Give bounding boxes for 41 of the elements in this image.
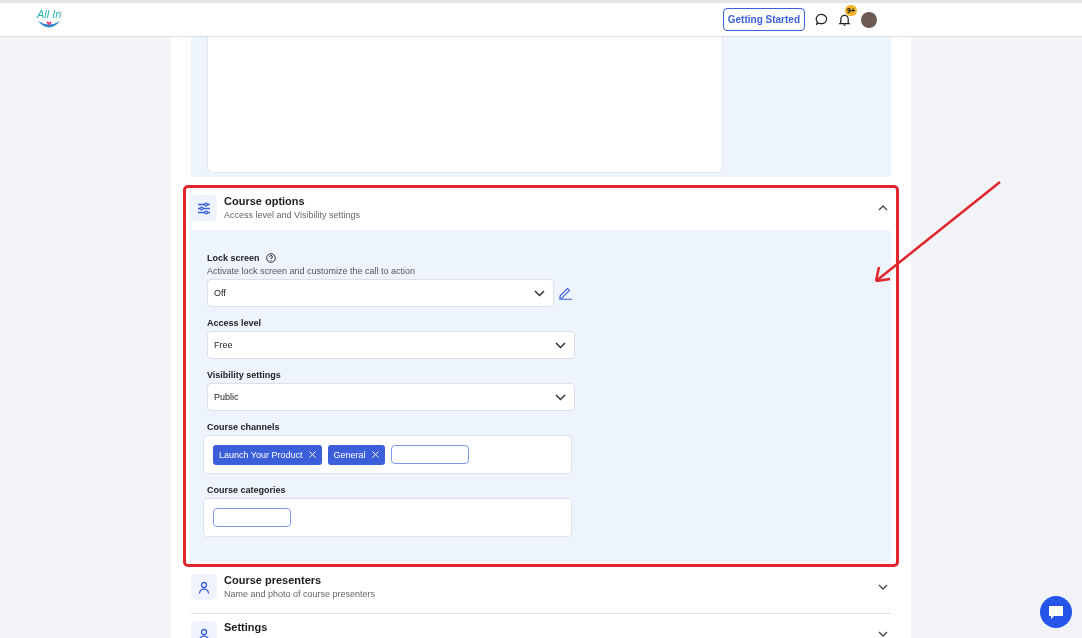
person-icon <box>191 574 217 600</box>
section-title: Course presenters <box>224 574 323 586</box>
chevron-down-icon[interactable] <box>534 289 545 297</box>
close-icon[interactable] <box>371 451 379 458</box>
getting-started-button[interactable]: Getting Started <box>722 8 805 31</box>
bell-icon[interactable] <box>838 12 851 27</box>
tags-field[interactable] <box>203 498 572 537</box>
chat-icon[interactable] <box>815 13 828 26</box>
field-label: Access level <box>207 318 262 328</box>
field-label: Lock screen <box>207 253 260 263</box>
close-icon[interactable] <box>308 451 316 458</box>
section-subtitle: Name and photo of course presenters <box>224 589 377 599</box>
help-icon[interactable] <box>265 253 276 263</box>
select-field[interactable]: Free <box>207 331 575 359</box>
sliders-icon <box>191 195 217 221</box>
section-title: Course options <box>224 195 306 207</box>
field-description: Activate lock screen and customize the call to action <box>207 266 417 276</box>
pencil-icon[interactable] <box>558 286 573 300</box>
section-header[interactable]: Settings <box>191 617 891 638</box>
chevron-down-icon[interactable] <box>555 341 566 349</box>
chat-button[interactable] <box>1040 596 1072 628</box>
select-field[interactable]: Off <box>207 279 554 307</box>
tag-input[interactable] <box>213 508 291 527</box>
tag-chip: Launch Your Product <box>213 444 322 465</box>
tags-field[interactable]: Launch Your Product General <box>203 435 572 474</box>
chevron-down-icon[interactable] <box>555 393 566 401</box>
section-subtitle: Access level and Visibility settings <box>224 210 361 220</box>
avatar[interactable] <box>861 11 877 28</box>
tag-input[interactable] <box>390 445 469 464</box>
section-header[interactable]: Course options Access level and Visibility settings <box>191 191 891 225</box>
select-field[interactable]: Public <box>207 383 575 411</box>
field-label: Course categories <box>207 485 286 495</box>
chevron-down-icon[interactable] <box>878 584 888 590</box>
field-label: Visibility settings <box>207 370 281 380</box>
section-title: Settings <box>224 621 269 633</box>
tag-chip: General <box>327 444 385 465</box>
section-header[interactable]: Course presenters Name and photo of course presenters <box>191 570 891 604</box>
chevron-up-icon[interactable] <box>878 205 888 211</box>
chat-bubble-icon <box>1048 604 1064 620</box>
field-label: Course channels <box>207 422 280 432</box>
chevron-down-icon[interactable] <box>878 631 888 637</box>
